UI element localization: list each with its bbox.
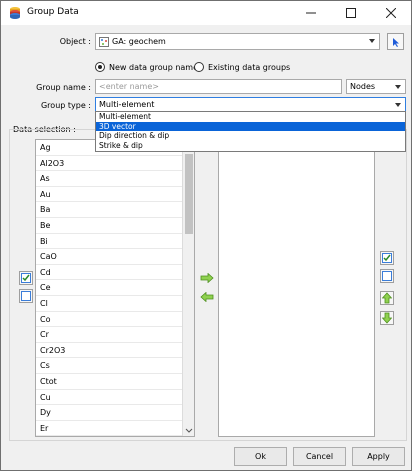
list-item[interactable]: Cu <box>36 390 194 406</box>
minimize-button[interactable] <box>291 1 331 25</box>
checkbox-empty-icon <box>21 291 31 301</box>
dropdown-option[interactable]: Strike & dip <box>96 141 405 151</box>
new-data-group-label: New data group name <box>109 62 199 72</box>
move-down-button[interactable] <box>380 311 394 325</box>
object-select[interactable]: GA: geochem <box>95 33 380 50</box>
list-item[interactable]: Cd <box>36 265 194 281</box>
list-item[interactable]: Au <box>36 187 194 203</box>
select-all-button[interactable] <box>19 271 33 285</box>
apply-button[interactable]: Apply <box>352 447 405 466</box>
checkbox-checked-icon <box>21 273 31 283</box>
group-type-select[interactable]: Multi-element <box>95 97 406 112</box>
maximize-icon <box>346 8 356 18</box>
checkbox-checked-icon <box>382 253 392 263</box>
group-name-input[interactable]: <enter name> <box>95 79 342 94</box>
group-type-label: Group type : <box>40 101 91 110</box>
list-item[interactable]: Dy <box>36 405 194 421</box>
dropdown-option[interactable]: Dip direction & dip <box>96 131 405 141</box>
available-data-items: Ag Al2O3 As Au Ba Be Bi CaO Cd Ce Cl Co Cr Cr2O3 Cs Cto… <box>36 140 194 437</box>
existing-data-groups-radio[interactable]: Existing data groups <box>194 62 290 72</box>
remove-from-selection-button[interactable] <box>200 290 214 304</box>
group-type-value: Multi-element <box>99 100 155 109</box>
node-type-value: Nodes <box>350 82 376 91</box>
available-data-list[interactable]: Ag Al2O3 As Au Ba Be Bi CaO Cd Ce Cl Co Cr Cr2O3 Cs Cto… <box>35 139 195 437</box>
new-data-group-radio[interactable]: New data group name <box>95 62 198 72</box>
list-item[interactable]: Cr <box>36 327 194 343</box>
radio-unselected-indicator <box>194 62 204 72</box>
arrow-down-icon <box>382 312 392 324</box>
pick-object-button[interactable] <box>387 33 404 50</box>
node-type-select[interactable]: Nodes <box>346 79 406 94</box>
chevron-down-icon <box>395 103 401 107</box>
uncheck-all-right-button[interactable] <box>380 269 394 283</box>
list-item[interactable]: Be <box>36 218 194 234</box>
list-item[interactable]: Ba <box>36 202 194 218</box>
object-label: Object : <box>59 37 91 46</box>
group-type-options: Multi-element 3D vector Dip direction & di… <box>96 112 405 150</box>
list-item[interactable]: CaO <box>36 249 194 265</box>
list-item[interactable]: Cs <box>36 358 194 374</box>
list-item[interactable]: Cr2O3 <box>36 343 194 359</box>
list-item[interactable]: Ctot <box>36 374 194 390</box>
window-title: Group Data <box>27 7 79 17</box>
minimize-icon <box>306 12 316 14</box>
chevron-down-icon <box>369 39 375 43</box>
checkbox-empty-icon <box>382 271 392 281</box>
group-data-dialog: Group Data Object : GA: geochem New data… <box>0 0 412 471</box>
title-bar[interactable]: Group Data <box>1 1 411 25</box>
list-scrollbar[interactable] <box>182 140 194 436</box>
list-item[interactable]: Ce <box>36 280 194 296</box>
deselect-all-button[interactable] <box>19 289 33 303</box>
ok-button[interactable]: Ok <box>234 447 287 466</box>
list-item[interactable]: As <box>36 171 194 187</box>
list-item[interactable]: Cl <box>36 296 194 312</box>
scrollbar-thumb[interactable] <box>185 154 193 234</box>
move-up-button[interactable] <box>380 291 394 305</box>
existing-data-groups-label: Existing data groups <box>208 62 291 72</box>
app-logo-icon <box>10 7 20 19</box>
list-item[interactable]: Co <box>36 312 194 328</box>
group-name-placeholder: <enter name> <box>99 82 159 91</box>
list-item[interactable]: Al2O3 <box>36 156 194 172</box>
arrow-left-icon <box>200 292 214 302</box>
add-to-selection-button[interactable] <box>200 271 214 285</box>
geochem-object-icon <box>99 37 109 47</box>
radio-selected-indicator <box>95 62 105 72</box>
check-all-right-button[interactable] <box>380 251 394 265</box>
list-item[interactable]: Bi <box>36 234 194 250</box>
selected-data-list[interactable] <box>218 139 375 437</box>
scroll-down-icon <box>185 428 193 433</box>
cancel-button[interactable]: Cancel <box>293 447 346 466</box>
arrow-right-icon <box>200 273 214 283</box>
arrow-up-icon <box>382 292 392 304</box>
chevron-down-icon <box>395 85 401 89</box>
object-value: GA: geochem <box>112 37 166 46</box>
close-button[interactable] <box>371 1 411 25</box>
dropdown-option[interactable]: 3D vector <box>96 121 405 131</box>
group-name-label: Group name : <box>36 83 91 92</box>
maximize-button[interactable] <box>331 1 371 25</box>
group-type-dropdown: Multi-element 3D vector Dip direction & di… <box>95 111 406 152</box>
list-item[interactable]: Eu <box>36 436 194 437</box>
cursor-arrow-icon <box>392 37 399 47</box>
close-icon <box>386 8 396 18</box>
dropdown-option[interactable]: Multi-element <box>96 112 405 122</box>
list-item[interactable]: Er <box>36 421 194 436</box>
